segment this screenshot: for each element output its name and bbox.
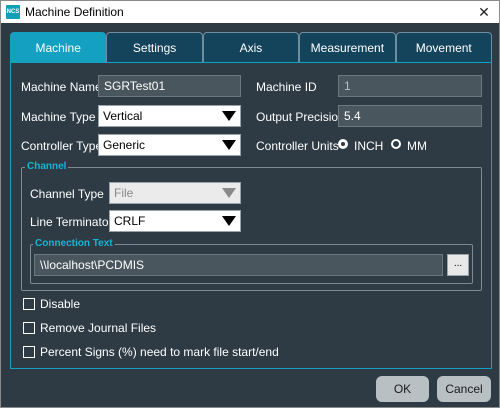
output-precision-input[interactable]: 5.4 bbox=[338, 105, 482, 127]
machine-type-label: Machine Type bbox=[21, 110, 96, 124]
units-mm-radio[interactable] bbox=[391, 139, 401, 149]
machine-tab-panel: Machine Name SGRTest01 Machine ID 1 Mach… bbox=[10, 62, 492, 369]
output-precision-label: Output Precision bbox=[256, 110, 345, 124]
percent-signs-checkbox[interactable] bbox=[23, 346, 35, 358]
chevron-down-icon bbox=[218, 106, 240, 126]
machine-id-field: 1 bbox=[338, 75, 482, 97]
tab-bar: Machine Settings Axis Measurement Moveme… bbox=[10, 32, 492, 62]
percent-signs-label: Percent Signs (%) need to mark file star… bbox=[40, 345, 279, 359]
cancel-button[interactable]: Cancel bbox=[437, 376, 491, 402]
connection-text-group: Connection Text \\localhost\PCDMIS ... bbox=[30, 238, 473, 284]
disable-label: Disable bbox=[40, 297, 81, 311]
line-terminator-value: CRLF bbox=[114, 214, 146, 228]
title-bar: NCS Machine Definition ✕ bbox=[1, 1, 499, 23]
line-terminator-label: Line Terminator bbox=[30, 215, 113, 229]
channel-group: Channel Channel Type File Line Terminato… bbox=[21, 161, 482, 291]
controller-type-select[interactable]: Generic bbox=[98, 134, 241, 156]
channel-type-select[interactable]: File bbox=[109, 182, 241, 204]
machine-name-input[interactable]: SGRTest01 bbox=[98, 75, 241, 97]
controller-units-label: Controller Units bbox=[256, 139, 339, 153]
connection-text-input[interactable]: \\localhost\PCDMIS bbox=[34, 254, 443, 276]
app-icon: NCS bbox=[6, 5, 20, 19]
window-title: Machine Definition bbox=[25, 5, 124, 19]
tab-machine[interactable]: Machine bbox=[10, 32, 107, 62]
channel-type-value: File bbox=[114, 186, 134, 200]
ok-button[interactable]: OK bbox=[376, 376, 429, 402]
machine-definition-dialog: NCS Machine Definition ✕ Machine Setting… bbox=[0, 0, 500, 408]
chevron-down-icon bbox=[218, 211, 240, 231]
controller-type-value: Generic bbox=[103, 138, 146, 152]
connection-text-group-title: Connection Text bbox=[33, 238, 115, 249]
machine-name-label: Machine Name bbox=[21, 80, 102, 94]
machine-type-value: Vertical bbox=[103, 109, 143, 123]
close-button[interactable]: ✕ bbox=[475, 3, 493, 21]
chevron-down-icon bbox=[218, 183, 240, 203]
units-inch-radio[interactable] bbox=[338, 139, 348, 149]
machine-type-select[interactable]: Vertical bbox=[98, 105, 241, 127]
tab-axis[interactable]: Axis bbox=[202, 32, 300, 62]
tab-measurement[interactable]: Measurement bbox=[299, 32, 396, 62]
machine-id-label: Machine ID bbox=[256, 80, 317, 94]
channel-group-title: Channel bbox=[25, 161, 69, 172]
remove-journal-files-checkbox[interactable] bbox=[23, 322, 35, 334]
units-mm-label: MM bbox=[407, 139, 427, 153]
units-inch-label: INCH bbox=[354, 139, 384, 153]
chevron-down-icon bbox=[218, 135, 240, 155]
controller-type-label: Controller Type bbox=[21, 139, 103, 153]
browse-button[interactable]: ... bbox=[447, 254, 469, 276]
tab-settings[interactable]: Settings bbox=[106, 32, 203, 62]
line-terminator-select[interactable]: CRLF bbox=[109, 210, 241, 232]
tab-movement[interactable]: Movement bbox=[395, 32, 492, 62]
channel-type-label: Channel Type bbox=[30, 187, 104, 201]
remove-journal-files-label: Remove Journal Files bbox=[40, 321, 157, 335]
disable-checkbox[interactable] bbox=[23, 298, 35, 310]
